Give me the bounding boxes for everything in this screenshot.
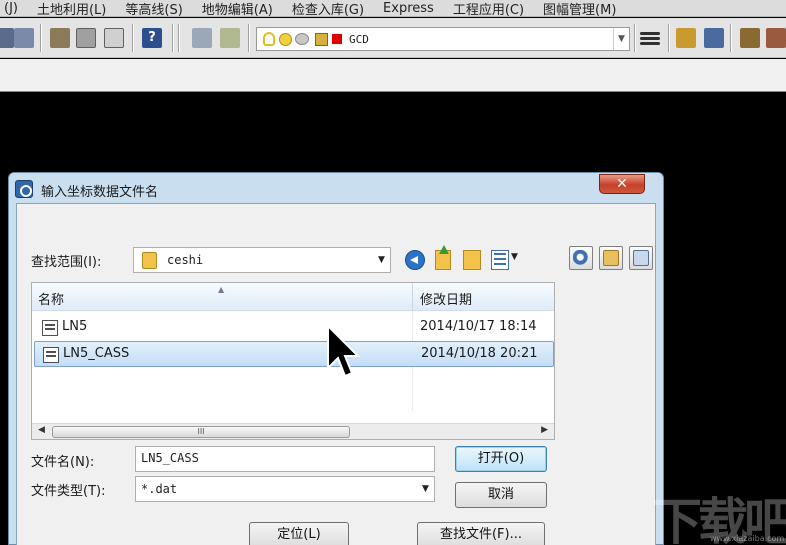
dialog-title: 输入坐标数据文件名 xyxy=(41,185,159,200)
toolbar-separator xyxy=(40,24,42,52)
document-icon[interactable] xyxy=(104,28,124,48)
horizontal-scrollbar[interactable]: ◀ III ▶ xyxy=(32,423,554,439)
scroll-right-icon[interactable]: ▶ xyxy=(541,425,548,435)
menu-item-check-import[interactable]: 检查入库(G) xyxy=(292,0,364,17)
lookin-label: 查找范围(I): xyxy=(31,255,102,270)
file-date: 2014/10/18 20:21 xyxy=(421,346,538,361)
layer-color-swatch xyxy=(332,34,342,44)
file-date: 2014/10/17 18:14 xyxy=(420,319,537,334)
layer-viewport-icon xyxy=(295,33,309,45)
layers-icon[interactable] xyxy=(192,28,212,48)
view-menu-icon[interactable] xyxy=(491,250,509,270)
up-folder-icon[interactable] xyxy=(435,245,451,270)
file-icon xyxy=(42,320,58,336)
lookin-dropdown[interactable]: ceshi ▼ xyxy=(133,247,391,273)
menu-item-engineering[interactable]: 工程应用(C) xyxy=(453,0,524,17)
menu-item-contour[interactable]: 等高线(S) xyxy=(125,0,182,17)
dialog-title-bar[interactable]: 输入坐标数据文件名 ✕ xyxy=(9,173,663,203)
app-icon xyxy=(15,180,33,198)
chevron-down-icon[interactable]: ▼ xyxy=(613,28,629,50)
file-icon xyxy=(43,347,59,363)
brush-icon[interactable] xyxy=(766,28,786,48)
toolbar-separator xyxy=(730,24,732,52)
toolbar: ? GCD ▼ xyxy=(0,18,786,58)
menu-item-express[interactable]: Express xyxy=(383,1,434,16)
layer-lock-icon xyxy=(315,32,328,46)
file-row-selected[interactable]: LN5_CASS 2014/10/18 20:21 xyxy=(34,341,554,367)
toolbar-separator xyxy=(132,24,134,52)
filetype-dropdown[interactable]: *.dat ▼ xyxy=(135,476,435,502)
toolbar-separator xyxy=(634,24,636,52)
toolbar-separator xyxy=(178,24,180,52)
tools-button[interactable] xyxy=(629,246,653,270)
file-list-header: 名称 ▲ 修改日期 xyxy=(32,283,554,311)
file-row[interactable]: LN5 2014/10/17 18:14 xyxy=(34,315,554,341)
tools-icon xyxy=(633,250,649,266)
menubar: (J) 土地利用(L) 等高线(S) 地物编辑(A) 检查入库(G) Expre… xyxy=(0,0,786,17)
layer-name: GCD xyxy=(349,32,369,46)
find-file-button[interactable]: 查找文件(F)... xyxy=(417,522,545,545)
open-icon[interactable] xyxy=(676,28,696,48)
column-header-modified[interactable]: 修改日期 xyxy=(420,289,472,308)
layer-dropdown[interactable]: GCD ▼ xyxy=(256,27,630,51)
layer-thaw-icon xyxy=(279,32,292,46)
save-icon[interactable] xyxy=(704,28,724,48)
file-name: LN5 xyxy=(62,319,88,334)
toolbar-separator xyxy=(248,24,250,52)
scroll-thumb[interactable]: III xyxy=(52,426,350,438)
filetype-label: 文件类型(T): xyxy=(31,484,106,499)
tool-icon[interactable] xyxy=(0,28,14,48)
lookin-value: ceshi xyxy=(167,253,204,267)
filename-value: LN5_CASS xyxy=(141,451,199,465)
favorites-button[interactable] xyxy=(599,246,623,270)
file-list[interactable]: 名称 ▲ 修改日期 LN5 2014/10/17 18:14 LN5_CASS … xyxy=(31,282,555,440)
toolbar-separator xyxy=(668,24,670,52)
menu-item-sheet-manage[interactable]: 图幅管理(M) xyxy=(543,0,616,17)
view-menu-chevron-icon[interactable]: ▼ xyxy=(511,252,518,262)
column-header-name[interactable]: 名称 xyxy=(38,289,64,308)
toolbar-separator xyxy=(172,24,174,52)
new-folder-icon[interactable] xyxy=(463,250,481,270)
chevron-down-icon[interactable]: ▼ xyxy=(373,248,390,272)
filename-label: 文件名(N): xyxy=(31,455,95,470)
favorites-icon xyxy=(603,250,619,266)
filename-input[interactable]: LN5_CASS xyxy=(135,446,435,472)
layer-state-icon[interactable] xyxy=(220,28,240,48)
menu-item-land-use[interactable]: 土地利用(L) xyxy=(37,0,106,17)
mouse-cursor-icon xyxy=(327,324,361,378)
menu-item-j[interactable]: (J) xyxy=(4,1,18,16)
close-button[interactable]: ✕ xyxy=(599,174,645,194)
file-name: LN5_CASS xyxy=(63,346,130,361)
open-button[interactable]: 打开(O) xyxy=(455,446,547,472)
cancel-button[interactable]: 取消 xyxy=(455,482,547,508)
column-separator[interactable] xyxy=(412,283,413,311)
folder-icon xyxy=(142,251,157,269)
back-icon[interactable] xyxy=(405,250,425,270)
magnifier-icon xyxy=(573,250,589,266)
scroll-left-icon[interactable]: ◀ xyxy=(38,425,45,435)
properties-icon[interactable] xyxy=(50,28,70,48)
watermark-url: www.xiazaiba.com xyxy=(710,534,785,543)
chevron-down-icon[interactable]: ▼ xyxy=(417,477,434,501)
preview-button[interactable] xyxy=(569,246,593,270)
grid-icon[interactable] xyxy=(76,28,96,48)
help-icon[interactable]: ? xyxy=(142,28,162,48)
pencil-icon[interactable] xyxy=(740,28,760,48)
filetype-value: *.dat xyxy=(141,482,178,496)
menu-item-feature-edit[interactable]: 地物编辑(A) xyxy=(202,0,273,17)
zoom-icon[interactable] xyxy=(14,28,34,48)
sort-ascending-icon: ▲ xyxy=(218,285,225,294)
lineweight-icon[interactable] xyxy=(640,32,660,35)
layer-on-icon xyxy=(263,32,275,46)
locate-button[interactable]: 定位(L) xyxy=(249,522,349,545)
command-strip xyxy=(0,59,786,92)
screen: (J) 土地利用(L) 等高线(S) 地物编辑(A) 检查入库(G) Expre… xyxy=(0,0,786,545)
